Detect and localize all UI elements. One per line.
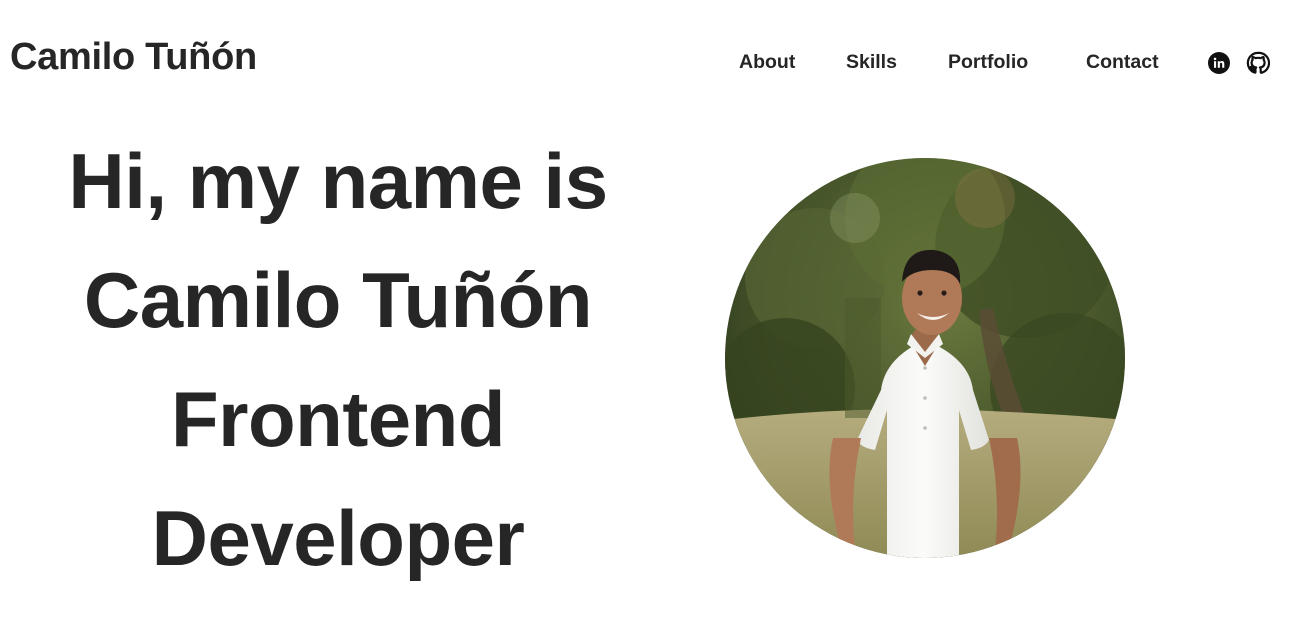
nav-link-skills[interactable]: Skills xyxy=(846,48,897,76)
nav-link-contact[interactable]: Contact xyxy=(1086,48,1159,76)
main-nav: About Skills Portfolio Contact xyxy=(0,48,1295,76)
hero-heading-line: Developer xyxy=(151,494,525,582)
hero-heading-line: Hi, my name is xyxy=(68,137,608,225)
github-icon xyxy=(1246,51,1271,74)
github-link[interactable] xyxy=(1246,51,1271,75)
hero-heading: Hi, my name is Camilo Tuñón Frontend Dev… xyxy=(28,122,648,598)
profile-photo xyxy=(725,158,1125,558)
portfolio-page: Camilo Tuñón About Skills Portfolio Cont… xyxy=(0,0,1295,628)
linkedin-icon xyxy=(1208,52,1230,74)
hero-heading-line: Frontend xyxy=(171,375,505,463)
hero-heading-line: Camilo Tuñón xyxy=(83,256,593,344)
linkedin-link[interactable] xyxy=(1207,51,1231,75)
nav-link-about[interactable]: About xyxy=(739,48,795,76)
nav-link-portfolio[interactable]: Portfolio xyxy=(948,48,1028,76)
